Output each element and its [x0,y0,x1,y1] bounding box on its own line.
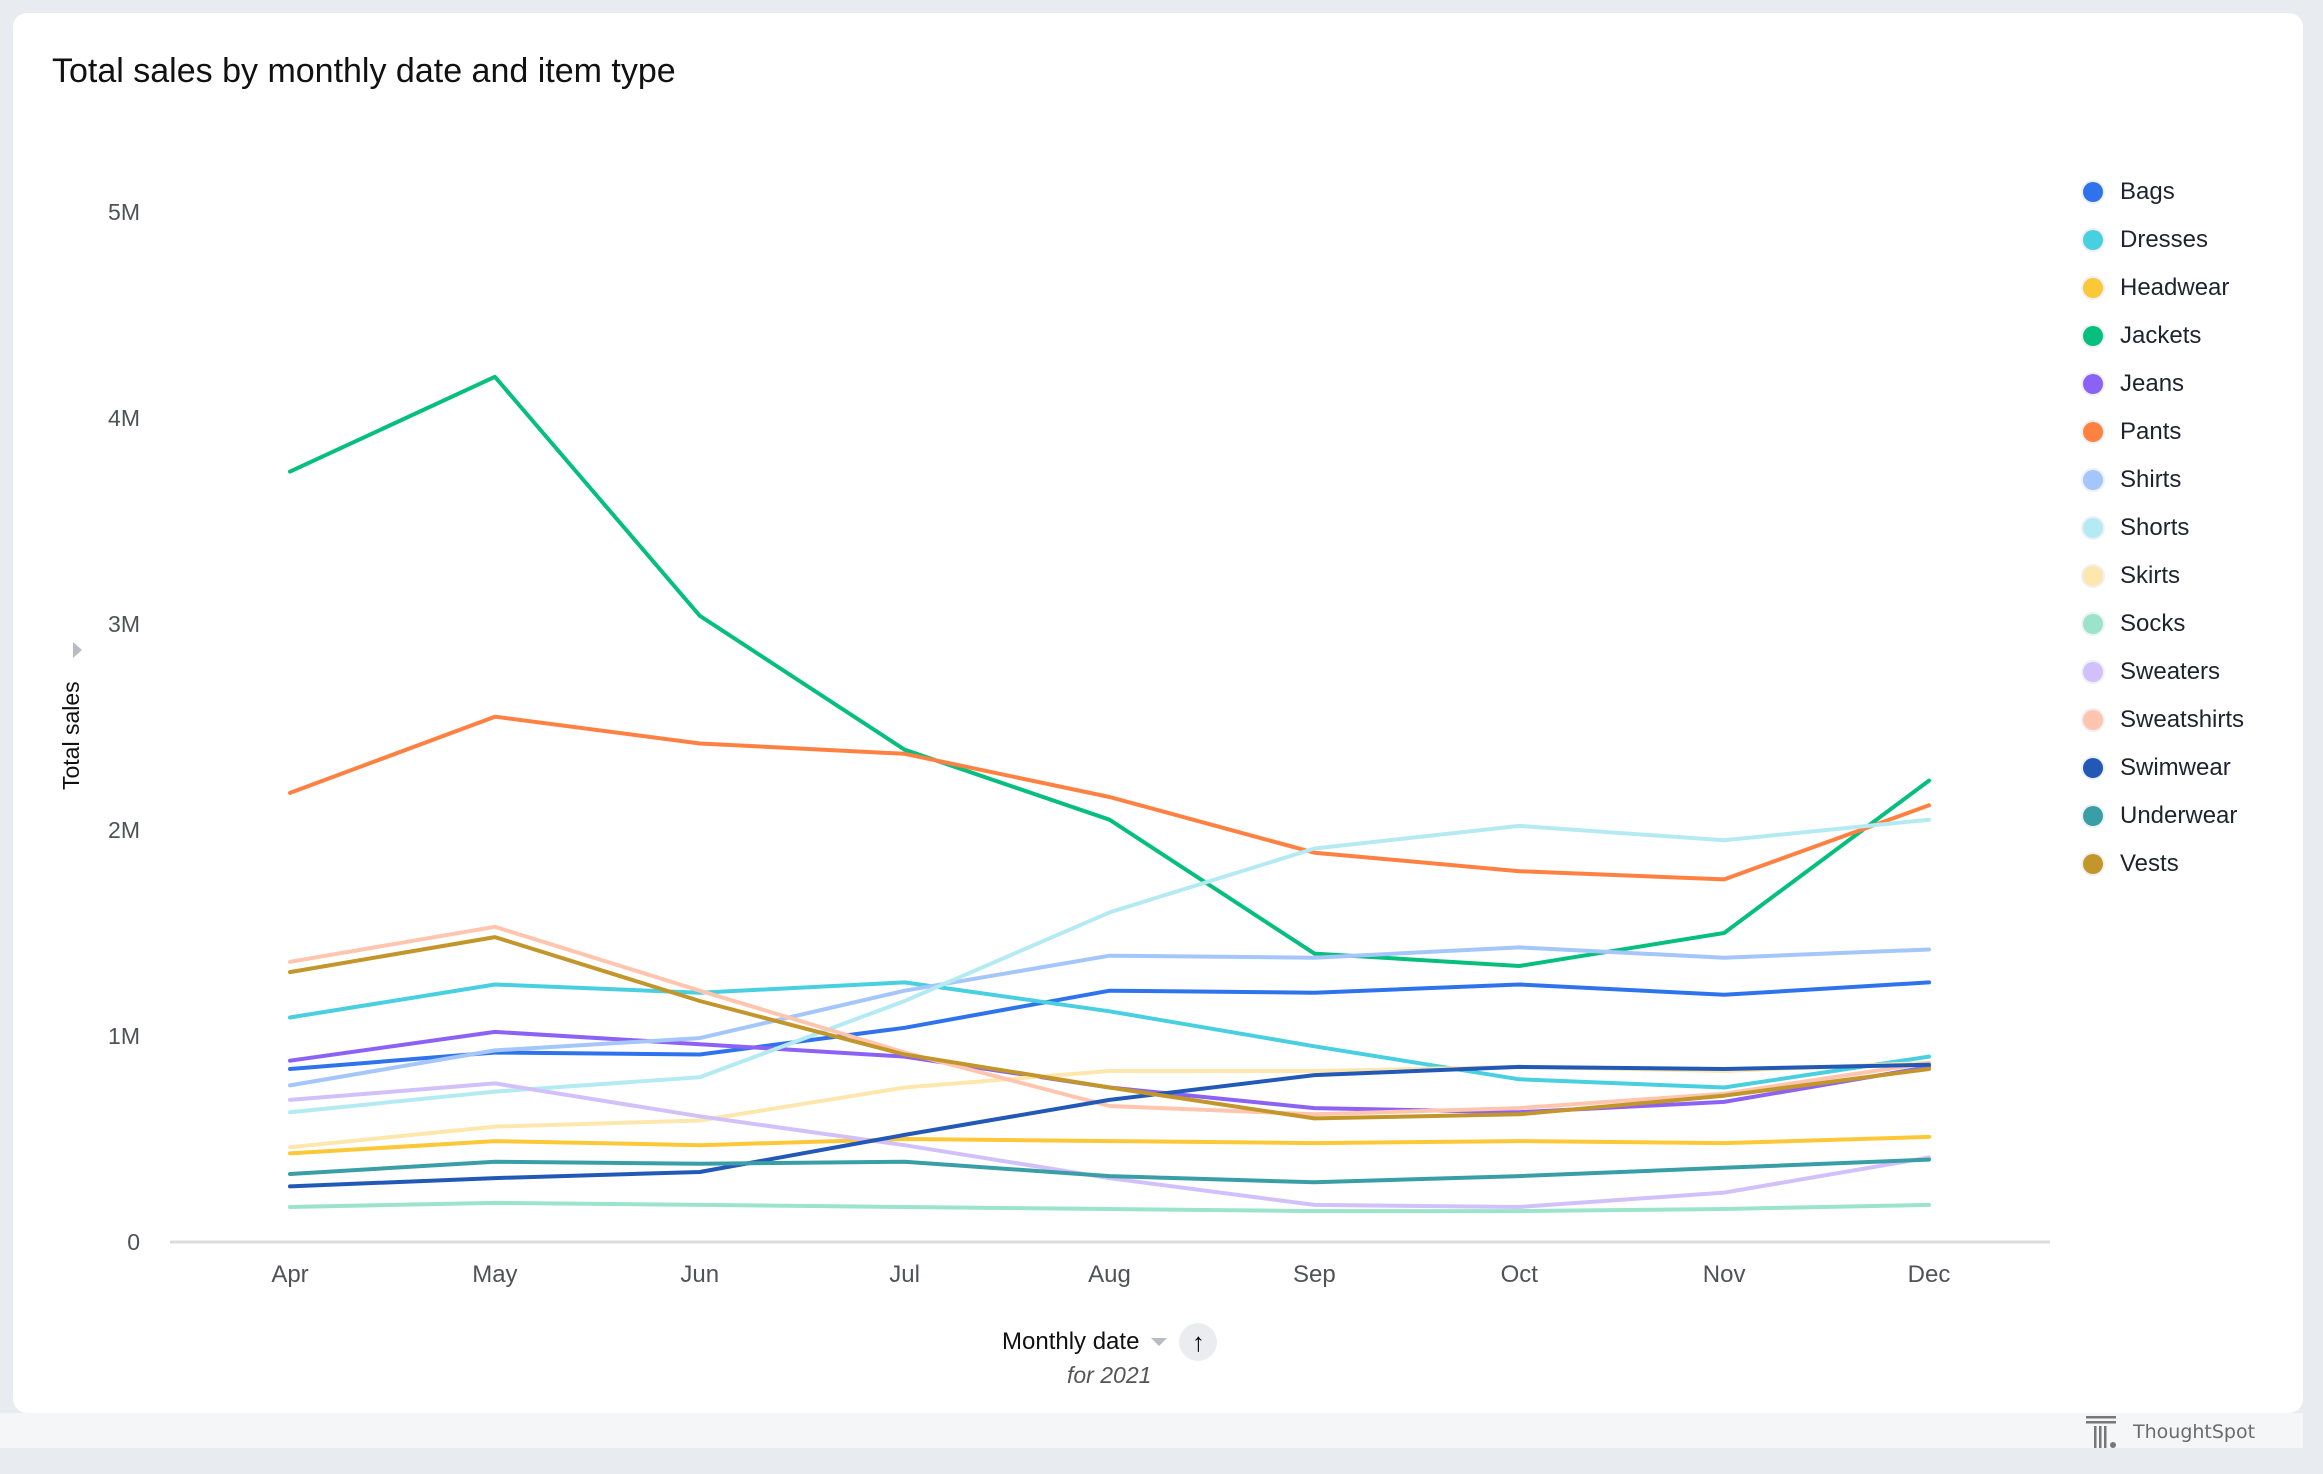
legend-dot-icon [2083,806,2103,826]
legend-label: Socks [2120,610,2186,637]
legend-item-socks[interactable]: Socks [2083,600,2244,648]
legend-label: Shirts [2120,466,2182,493]
legend-item-bags[interactable]: Bags [2083,168,2244,216]
brand: ThoughtSpot [2085,1415,2255,1449]
x-tick-label: Aug [1088,1261,1131,1288]
legend-label: Headwear [2120,274,2230,301]
y-tick-label: 5M [108,199,140,225]
legend-label: Bags [2120,178,2175,205]
legend-label: Skirts [2120,562,2180,589]
legend-label: Sweaters [2120,658,2221,685]
x-tick-label: Dec [1908,1261,1951,1288]
legend-item-pants[interactable]: Pants [2083,408,2244,456]
x-axis-sublabel: for 2021 [1067,1362,1152,1388]
x-tick-label: Apr [271,1261,308,1288]
series-line-pants[interactable] [288,714,1931,882]
legend-item-shirts[interactable]: Shirts [2083,456,2244,504]
legend-label: Underwear [2120,802,2238,829]
legend-dot-icon [2083,326,2103,346]
y-tick-label: 2M [108,817,140,843]
x-tick-label: Nov [1703,1261,1746,1288]
legend-dot-icon [2083,182,2103,202]
series-line-socks[interactable] [288,1200,1931,1214]
y-tick-label: 0 [127,1229,140,1255]
legend-dot-icon [2083,614,2103,634]
legend-item-sweatshirts[interactable]: Sweatshirts [2083,696,2244,744]
legend-item-jeans[interactable]: Jeans [2083,360,2244,408]
arrow-up-icon: ↑ [1191,1326,1205,1357]
legend-item-jackets[interactable]: Jackets [2083,312,2244,360]
legend-item-headwear[interactable]: Headwear [2083,264,2244,312]
x-tick-label: May [472,1261,517,1288]
legend-dot-icon [2083,710,2103,730]
legend-label: Dresses [2120,226,2209,253]
series-line-bags[interactable] [288,980,1931,1071]
legend-dot-icon [2083,278,2103,298]
legend-item-dresses[interactable]: Dresses [2083,216,2244,264]
legend-item-sweaters[interactable]: Sweaters [2083,648,2244,696]
legend-label: Vests [2120,850,2179,877]
legend-dot-icon [2083,230,2103,250]
series-line-headwear[interactable] [288,1134,1931,1156]
series-line-sweaters[interactable] [288,1081,1931,1209]
legend-item-skirts[interactable]: Skirts [2083,552,2244,600]
x-tick-label: Jun [680,1261,719,1288]
legend-item-underwear[interactable]: Underwear [2083,792,2244,840]
legend-dot-icon [2083,470,2103,490]
legend-dot-icon [2083,662,2103,682]
legend-label: Shorts [2120,514,2190,541]
thoughtspot-logo-icon [2086,1416,2116,1448]
legend-label: Jeans [2120,370,2185,397]
legend-label: Pants [2120,418,2182,445]
y-tick-label: 1M [108,1023,140,1049]
legend-label: Jackets [2120,322,2202,349]
legend-dot-icon [2083,566,2103,586]
legend-item-swimwear[interactable]: Swimwear [2083,744,2244,792]
legend-dot-icon [2083,854,2103,874]
legend-label: Swimwear [2120,754,2231,781]
y-tick-label: 3M [108,611,140,637]
x-tick-label: Oct [1501,1261,1539,1288]
legend-dot-icon [2083,758,2103,778]
legend-label: Sweatshirts [2120,706,2245,733]
legend-dot-icon [2083,374,2103,394]
chart-legend: Bags Dresses Headwear Jackets Jeans Pants Shir… [2083,168,2244,888]
x-tick-label: Sep [1293,1261,1336,1288]
series-line-shirts[interactable] [288,945,1931,1088]
x-tick-label: Jul [889,1261,920,1288]
y-axis-caret-icon[interactable] [73,642,82,658]
x-axis-label[interactable]: Monthly date [1002,1328,1139,1356]
sort-ascending-button[interactable]: ↑ [1179,1323,1218,1361]
x-axis-title: Monthly date ↑ [1002,1323,1218,1361]
chevron-down-icon[interactable] [1151,1338,1168,1346]
legend-dot-icon [2083,518,2103,538]
brand-name: ThoughtSpot [2133,1421,2256,1443]
line-chart: 0 1M 2M 3M 4M 5M Apr May Jun Jul Aug Sep Oct Nov Dec [108,199,2050,1288]
y-tick-label: 4M [108,405,140,431]
legend-item-shorts[interactable]: Shorts [2083,504,2244,552]
legend-dot-icon [2083,422,2103,442]
y-axis-label[interactable]: Total sales [58,681,85,790]
legend-item-vests[interactable]: Vests [2083,840,2244,888]
